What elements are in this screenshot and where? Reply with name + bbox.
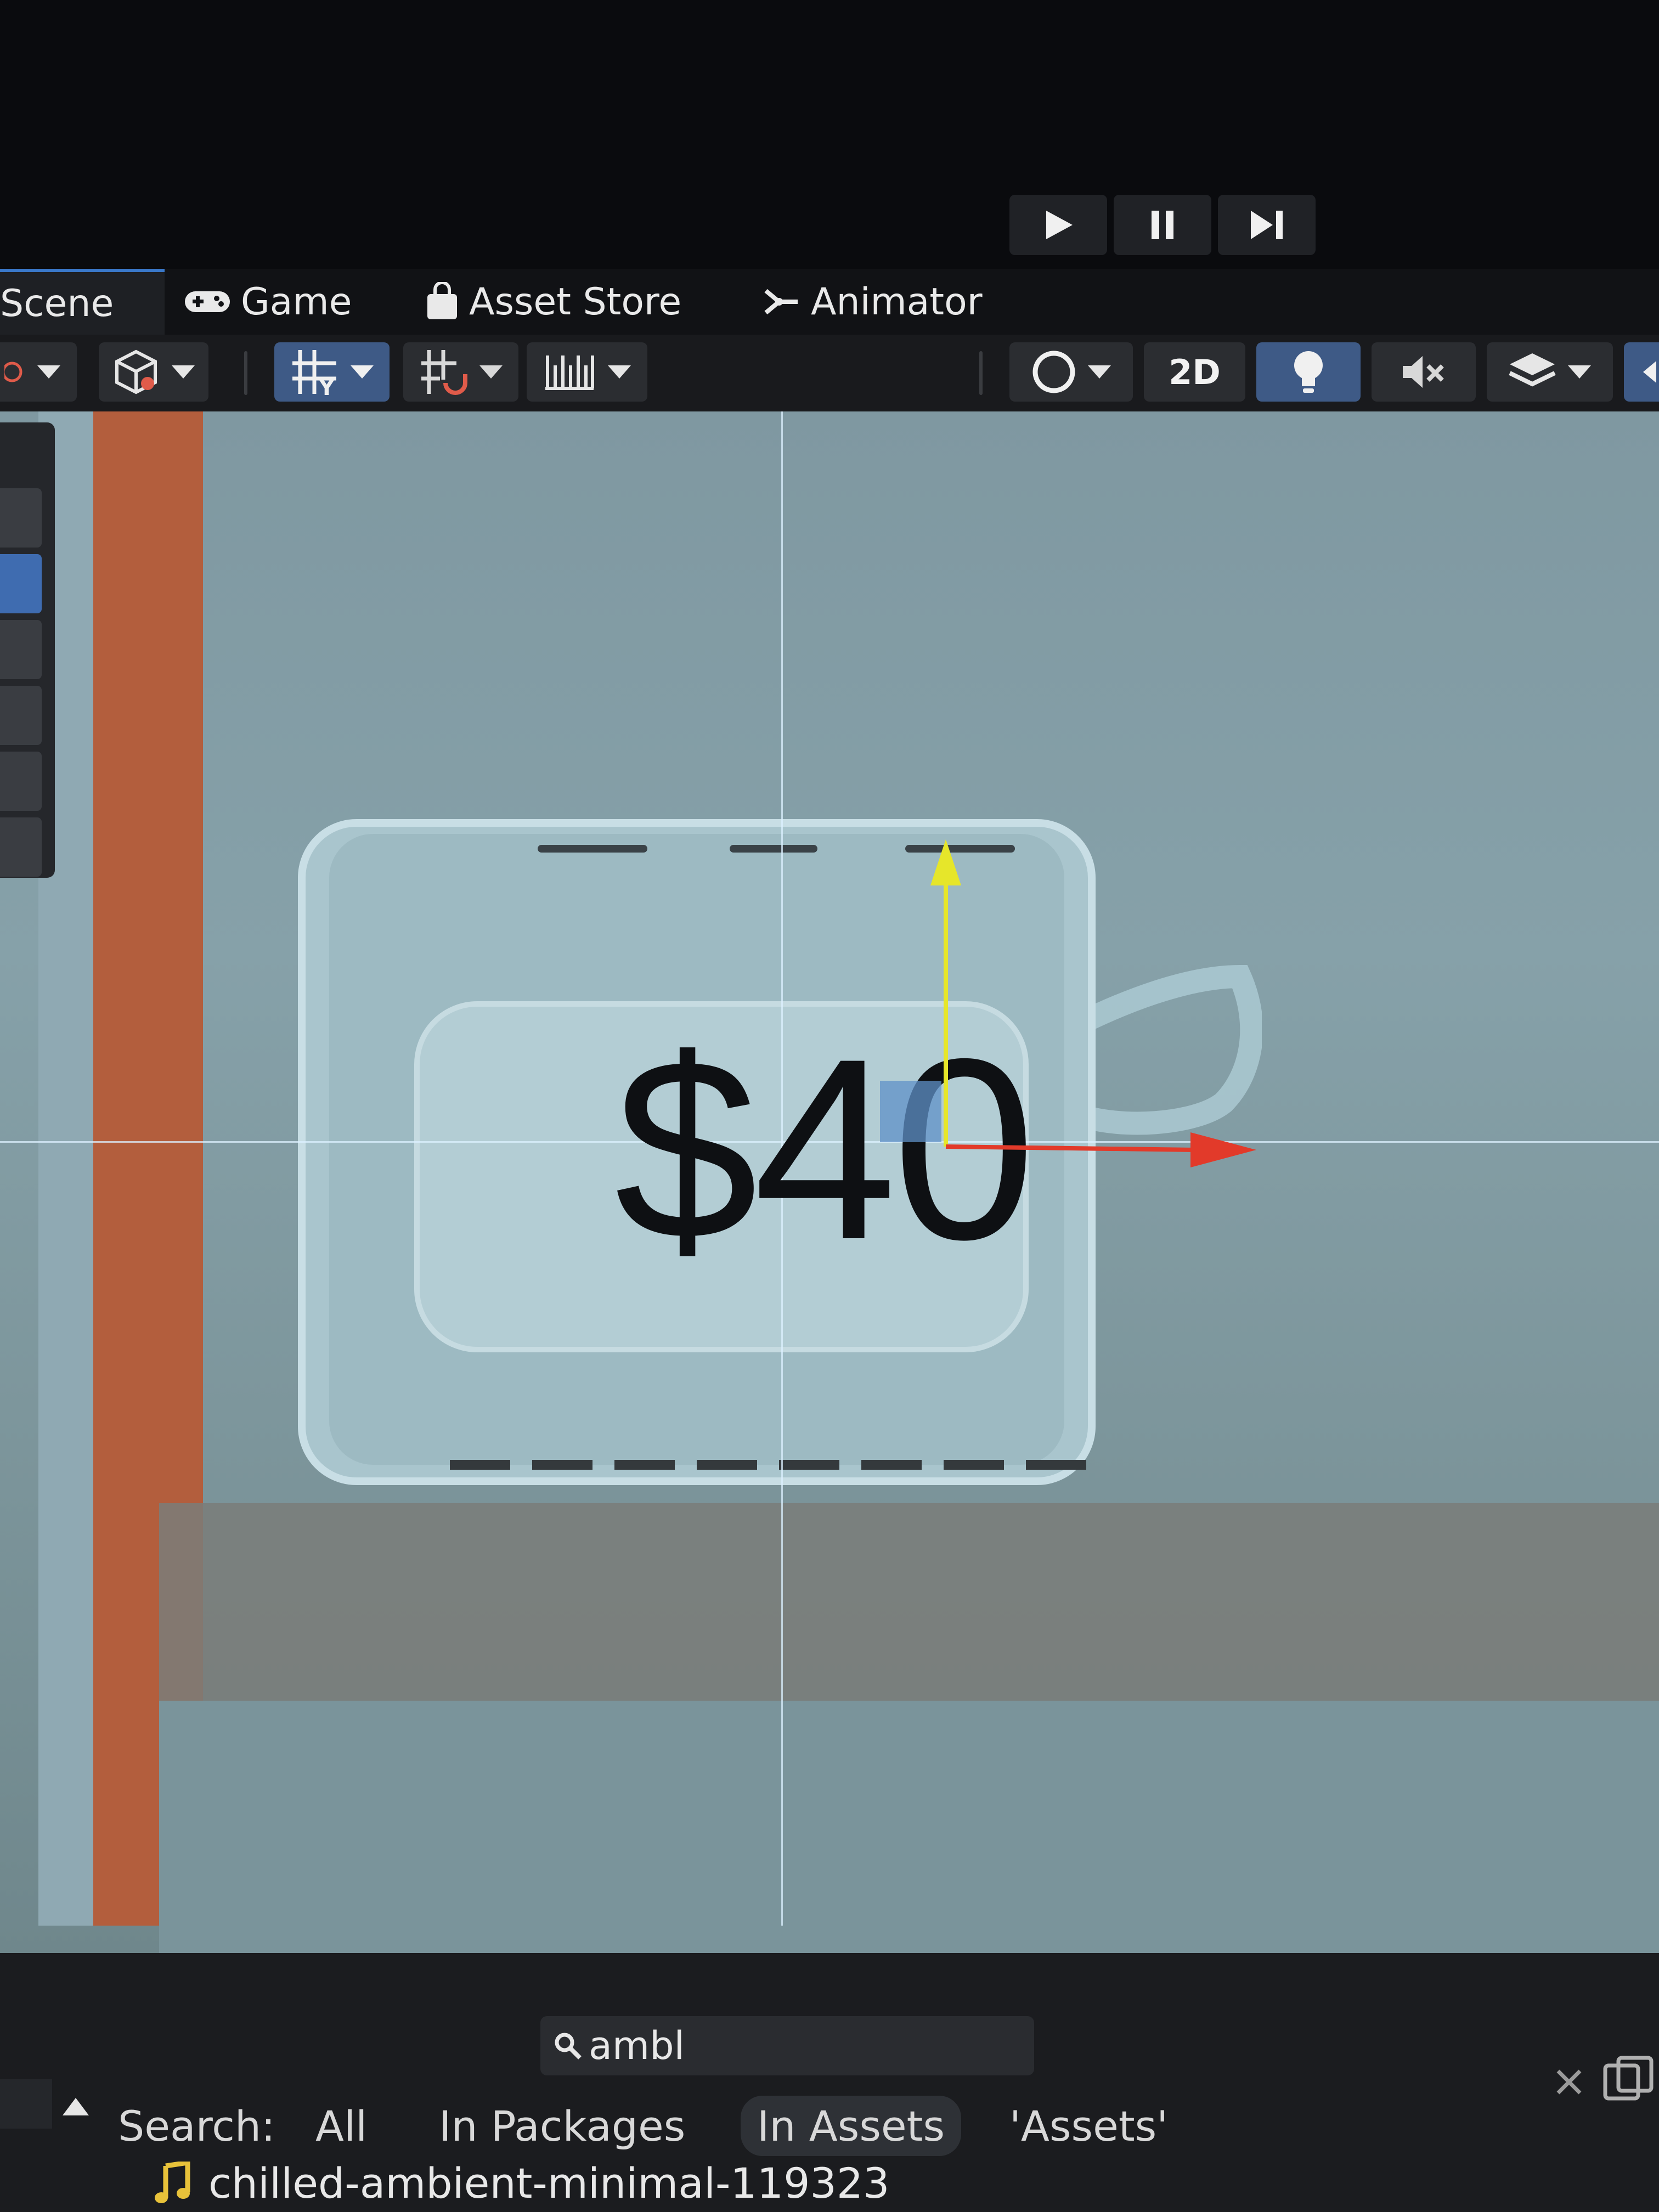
tab-asset-store-label: Asset Store — [469, 280, 682, 324]
gamepad-icon — [185, 291, 230, 312]
tool-scale[interactable] — [0, 686, 42, 745]
scene-toolbar: Y 2D — [0, 335, 1659, 411]
step-icon — [1251, 211, 1283, 239]
lighting-toggle[interactable] — [1256, 342, 1361, 402]
increment-snap-dropdown[interactable] — [403, 342, 518, 402]
draw-mode-icon — [4, 362, 22, 382]
ruler-icon — [545, 356, 594, 390]
tab-game-label: Game — [241, 280, 352, 324]
tool-view[interactable] — [0, 488, 42, 548]
project-search-input[interactable]: ambl — [540, 2016, 1034, 2075]
chevron-down-icon — [608, 365, 631, 379]
search-icon — [555, 2033, 582, 2059]
save-search-icon[interactable] — [1602, 2055, 1657, 2104]
speaker-mute-icon — [1403, 356, 1444, 388]
step-button[interactable] — [1218, 195, 1316, 255]
toggle-2d-button[interactable]: 2D — [1144, 342, 1245, 402]
search-value: ambl — [589, 2023, 685, 2068]
tab-animator[interactable]: Animator — [763, 269, 983, 335]
grid-snap-icon: Y — [292, 350, 336, 397]
scene-view[interactable]: $40 — [0, 411, 1659, 1953]
toolbar-separator — [979, 351, 983, 395]
tab-asset-store[interactable]: Asset Store — [425, 269, 681, 335]
play-controls — [1009, 195, 1316, 255]
chevron-down-icon — [172, 365, 195, 379]
draw-mode-dropdown[interactable] — [0, 342, 77, 402]
chevron-down-icon — [479, 365, 503, 379]
scene-visibility-toggle[interactable] — [1624, 342, 1659, 402]
animator-icon — [764, 289, 798, 315]
panel-side-strip — [0, 2079, 52, 2129]
snap-magnet-icon — [421, 350, 467, 395]
floor-plank — [159, 1503, 1659, 1701]
pause-icon — [1152, 211, 1173, 239]
editor-tab-bar: Scene Game Asset Store Animator — [0, 269, 1659, 335]
asset-name: chilled-ambient-minimal-119323 — [208, 2159, 890, 2208]
svg-text:Y: Y — [318, 375, 335, 397]
play-icon — [1046, 211, 1073, 239]
clear-search-icon[interactable] — [1553, 2066, 1585, 2098]
tool-move[interactable] — [0, 554, 42, 613]
gizmo-x-axis[interactable] — [945, 1144, 1197, 1152]
audio-toggle[interactable] — [1372, 342, 1476, 402]
gizmo-x-arrow[interactable] — [1190, 1132, 1256, 1167]
chevron-down-icon — [37, 365, 60, 379]
asset-list-item[interactable]: chilled-ambient-minimal-119323 — [154, 2159, 890, 2208]
chevron-up-icon[interactable] — [60, 2096, 91, 2118]
chevron-down-icon — [1087, 365, 1111, 379]
filter-all[interactable]: All — [315, 2096, 367, 2156]
floor-surface — [159, 1701, 1659, 1953]
tab-scene[interactable]: Scene — [0, 269, 165, 335]
tool-palette — [0, 422, 55, 878]
toolbar-separator — [244, 351, 247, 395]
pause-button[interactable] — [1114, 195, 1211, 255]
tool-transform[interactable] — [0, 817, 42, 877]
gizmo-y-arrow[interactable] — [930, 839, 961, 885]
tool-rect[interactable] — [0, 752, 42, 811]
shading-dropdown[interactable] — [99, 342, 208, 402]
layers-icon — [1509, 353, 1556, 387]
grid-snap-toggle[interactable]: Y — [274, 342, 390, 402]
visibility-icon — [1643, 361, 1656, 383]
grid-visibility-dropdown[interactable] — [527, 342, 647, 402]
filter-in-assets[interactable]: In Assets — [741, 2096, 962, 2156]
chevron-down-icon — [351, 365, 374, 379]
tool-rotate[interactable] — [0, 620, 42, 679]
tab-animator-label: Animator — [811, 280, 983, 324]
move-gizmo[interactable] — [878, 839, 1262, 1180]
filter-in-packages[interactable]: In Packages — [439, 2096, 685, 2156]
play-button[interactable] — [1009, 195, 1107, 255]
toggle-2d-label: 2D — [1169, 352, 1221, 392]
cube-icon — [115, 349, 157, 394]
tab-scene-label: Scene — [0, 281, 114, 325]
shopping-bag-icon — [427, 282, 457, 319]
audio-clip-icon — [155, 2161, 190, 2203]
gizmo-shading-dropdown[interactable] — [1009, 342, 1133, 402]
tab-game[interactable]: Game — [184, 269, 352, 335]
sphere-icon — [1032, 351, 1075, 393]
chevron-down-icon — [1568, 365, 1591, 379]
lightbulb-icon — [1294, 351, 1323, 393]
gizmo-plane-handle[interactable] — [880, 1081, 941, 1142]
filter-assets-folder[interactable]: 'Assets' — [1009, 2096, 1168, 2156]
search-scope-label: Search: — [118, 2101, 275, 2151]
effects-dropdown[interactable] — [1487, 342, 1613, 402]
